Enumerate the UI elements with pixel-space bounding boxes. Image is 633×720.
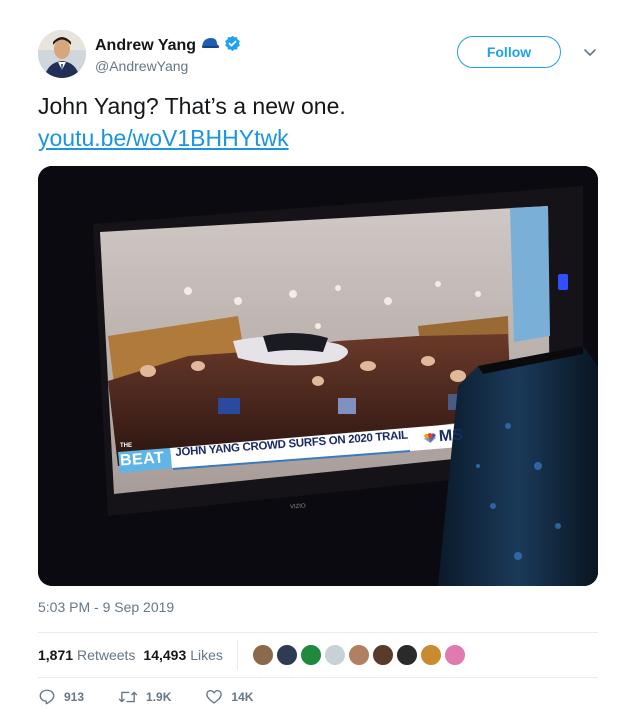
tv-network-logo: MS: [421, 426, 464, 448]
tv-brand-label: VIZIO: [289, 503, 306, 511]
liker-avatar[interactable]: [395, 644, 418, 666]
reply-action[interactable]: 913: [38, 688, 84, 706]
liker-avatar[interactable]: [323, 644, 346, 666]
tv-network-text: MS: [438, 426, 464, 446]
likes-label: Likes: [190, 647, 223, 663]
author-handle[interactable]: @AndrewYang: [95, 58, 188, 74]
verified-badge-icon: [224, 35, 241, 57]
liker-avatar[interactable]: [299, 644, 322, 666]
name-row: Andrew Yang: [95, 35, 241, 57]
tv-show-name: BEAT: [119, 449, 165, 470]
retweets-count: 1,871: [38, 647, 74, 663]
liker-avatar[interactable]: [275, 644, 298, 666]
tweet-text: John Yang? That’s a new one. youtu.be/wo…: [38, 90, 598, 154]
liker-avatars: [251, 644, 468, 666]
tweet-header: Andrew Yang @AndrewYang Follow: [38, 30, 608, 80]
tweet-media-photo[interactable]: THE BEAT JOHN YANG CROWD SURFS ON 2020 T…: [38, 166, 598, 586]
liker-avatar[interactable]: [347, 644, 370, 666]
retweet-action[interactable]: 1.9K: [118, 688, 171, 706]
peacock-icon: [423, 432, 437, 443]
likes-stat[interactable]: 14,493 Likes: [143, 647, 223, 663]
like-action[interactable]: 14K: [205, 688, 253, 706]
tweet-link[interactable]: youtu.be/woV1BHHYtwk: [38, 125, 289, 151]
tv-show-prefix: THE: [120, 443, 132, 449]
tv-photo: [38, 166, 598, 586]
tweet-stats: 1,871 Retweets 14,493 Likes: [38, 633, 598, 677]
avatar-image: [38, 30, 86, 78]
retweets-stat[interactable]: 1,871 Retweets: [38, 647, 135, 663]
divider: [38, 677, 598, 678]
tweet-actions: 913 1.9K 14K: [38, 688, 287, 706]
liker-avatar[interactable]: [419, 644, 442, 666]
like-count: 14K: [231, 690, 254, 704]
retweet-count: 1.9K: [146, 690, 172, 704]
reply-icon: [39, 689, 55, 705]
tweet-timestamp[interactable]: 5:03 PM - 9 Sep 2019: [38, 599, 174, 615]
likes-count: 14,493: [143, 647, 187, 663]
liker-avatar[interactable]: [371, 644, 394, 666]
retweet-icon: [118, 691, 138, 703]
reply-count: 913: [64, 690, 85, 704]
chevron-down-icon[interactable]: [580, 42, 600, 62]
author-avatar[interactable]: [38, 30, 86, 78]
hat-emoji-icon: [200, 37, 220, 56]
liker-avatar[interactable]: [251, 644, 274, 666]
retweets-label: Retweets: [77, 647, 136, 663]
tweet-body: John Yang? That’s a new one.: [38, 93, 346, 119]
heart-icon: [206, 689, 223, 704]
follow-button[interactable]: Follow: [457, 36, 561, 68]
display-name[interactable]: Andrew Yang: [95, 37, 196, 55]
liker-avatar[interactable]: [443, 644, 466, 666]
stats-separator: [236, 640, 238, 670]
